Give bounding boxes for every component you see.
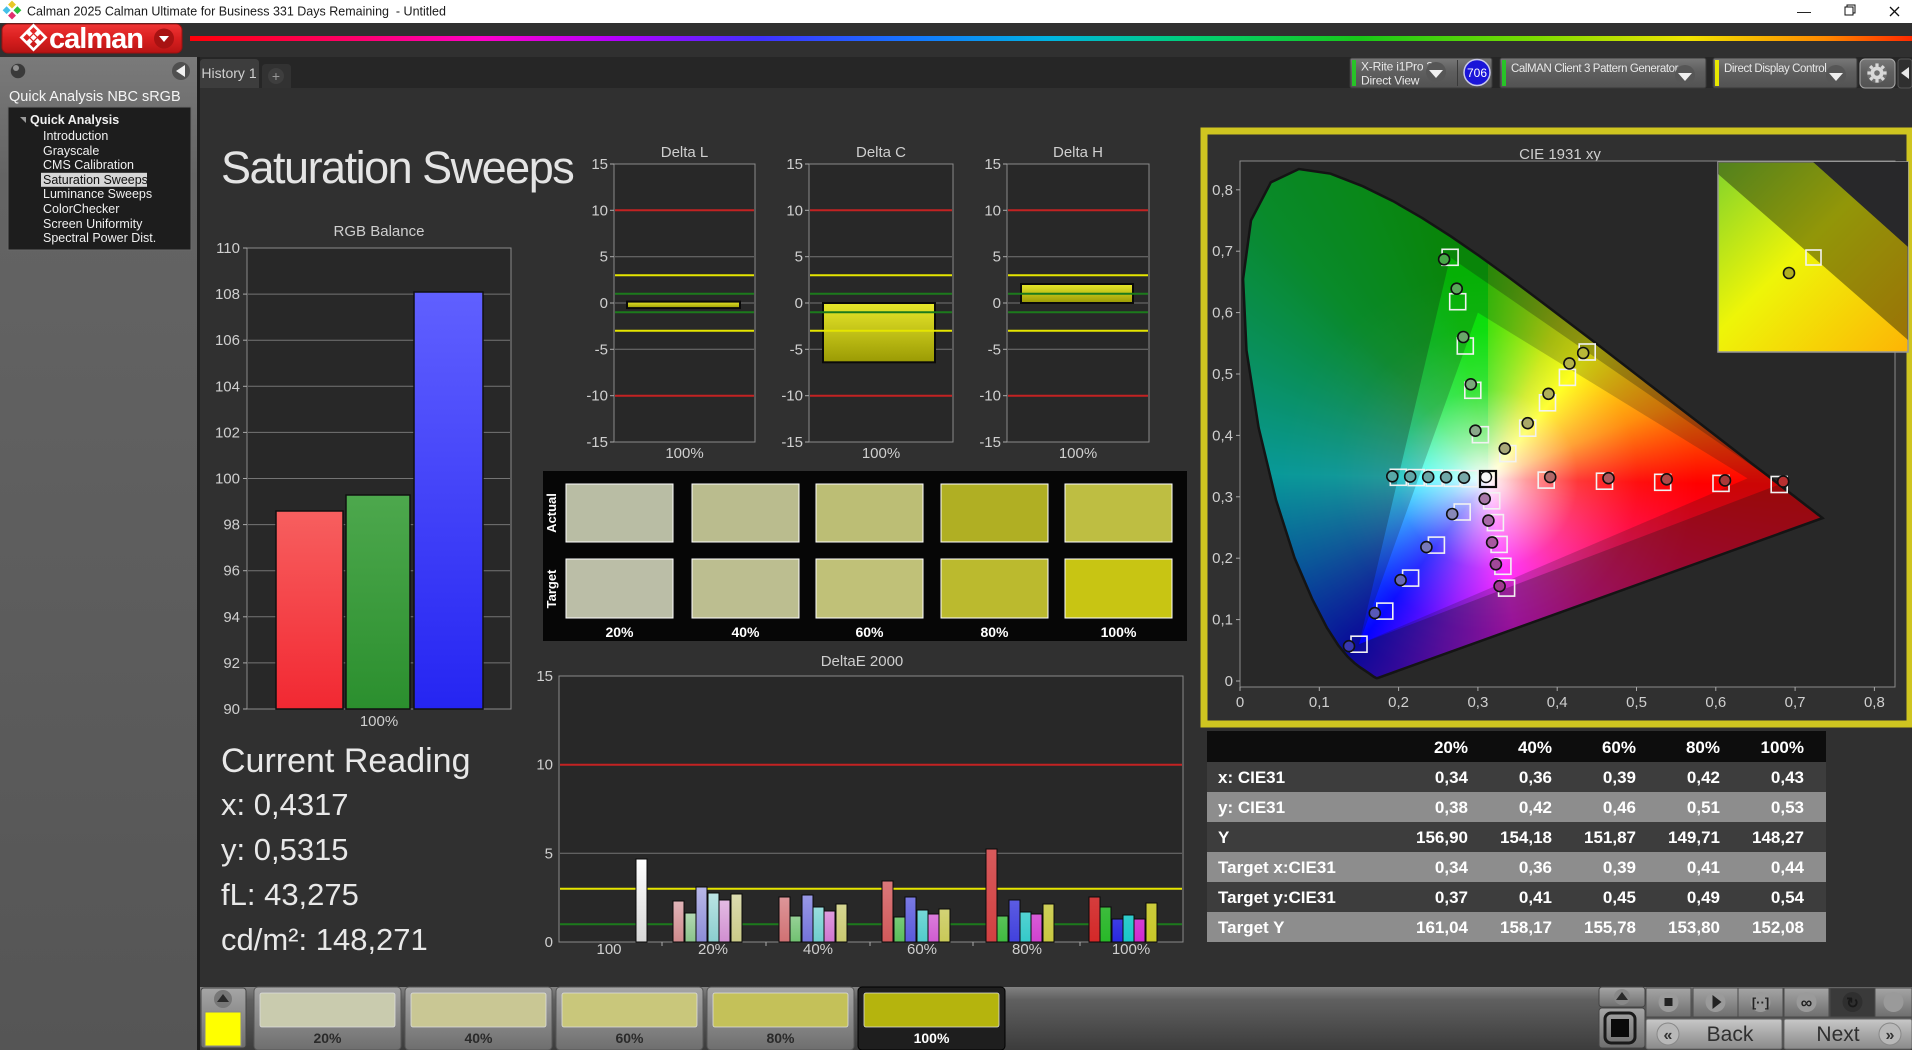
svg-text:fL: 43,275: fL: 43,275	[221, 877, 359, 912]
svg-text:155,78: 155,78	[1584, 918, 1636, 937]
svg-text:0,36: 0,36	[1519, 858, 1552, 877]
svg-text:»: »	[1886, 1027, 1895, 1044]
svg-text:40%: 40%	[464, 1030, 493, 1046]
svg-text:Target y:CIE31: Target y:CIE31	[1218, 888, 1336, 907]
svg-text:0,44: 0,44	[1771, 858, 1805, 877]
svg-text:152,08: 152,08	[1752, 918, 1804, 937]
svg-text:x: CIE31: x: CIE31	[1218, 768, 1285, 787]
svg-text:Y: Y	[1218, 828, 1230, 847]
svg-text:149,71: 149,71	[1668, 828, 1720, 847]
svg-text:100%: 100%	[1761, 738, 1804, 757]
svg-text:[··]: [··]	[1752, 995, 1769, 1010]
svg-text:0,37: 0,37	[1435, 888, 1468, 907]
svg-text:100%: 100%	[914, 1030, 950, 1046]
svg-text:60%: 60%	[615, 1030, 644, 1046]
svg-text:0,54: 0,54	[1771, 888, 1805, 907]
svg-text:0,42: 0,42	[1519, 798, 1552, 817]
svg-text:y: 0,5315: y: 0,5315	[221, 832, 349, 867]
svg-text:0,51: 0,51	[1687, 798, 1720, 817]
svg-text:20%: 20%	[1434, 738, 1468, 757]
svg-text:0,49: 0,49	[1687, 888, 1720, 907]
svg-text:153,80: 153,80	[1668, 918, 1720, 937]
svg-text:156,90: 156,90	[1416, 828, 1468, 847]
svg-text:Target Y: Target Y	[1218, 918, 1285, 937]
svg-text:y: CIE31: y: CIE31	[1218, 798, 1285, 817]
svg-text:0,43: 0,43	[1771, 768, 1804, 787]
svg-text:↻: ↻	[1846, 995, 1859, 1012]
svg-text:0,36: 0,36	[1519, 768, 1552, 787]
svg-text:40%: 40%	[1518, 738, 1552, 757]
svg-text:0,42: 0,42	[1687, 768, 1720, 787]
svg-text:20%: 20%	[313, 1030, 342, 1046]
svg-text:0,41: 0,41	[1687, 858, 1720, 877]
svg-text:154,18: 154,18	[1500, 828, 1552, 847]
svg-text:Next: Next	[1816, 1023, 1859, 1046]
svg-text:0,39: 0,39	[1603, 858, 1636, 877]
svg-text:60%: 60%	[1602, 738, 1636, 757]
svg-text:∞: ∞	[1801, 995, 1812, 1012]
svg-text:0,53: 0,53	[1771, 798, 1804, 817]
svg-text:0,46: 0,46	[1603, 798, 1636, 817]
svg-text:0,41: 0,41	[1519, 888, 1552, 907]
svg-text:Current Reading: Current Reading	[221, 742, 470, 780]
svg-text:0,39: 0,39	[1603, 768, 1636, 787]
svg-text:80%: 80%	[1686, 738, 1720, 757]
svg-text:148,27: 148,27	[1752, 828, 1804, 847]
svg-text:x: 0,4317: x: 0,4317	[221, 787, 349, 822]
svg-text:Target x:CIE31: Target x:CIE31	[1218, 858, 1336, 877]
svg-text:80%: 80%	[766, 1030, 795, 1046]
svg-text:0,38: 0,38	[1435, 798, 1468, 817]
svg-text:cd/m²: 148,271: cd/m²: 148,271	[221, 922, 428, 957]
svg-text:158,17: 158,17	[1500, 918, 1552, 937]
svg-text:0,34: 0,34	[1435, 858, 1469, 877]
svg-text:0,34: 0,34	[1435, 768, 1469, 787]
svg-text:«: «	[1664, 1027, 1673, 1044]
svg-text:151,87: 151,87	[1584, 828, 1636, 847]
svg-text:Back: Back	[1707, 1023, 1754, 1046]
svg-text:0,45: 0,45	[1603, 888, 1636, 907]
svg-text:161,04: 161,04	[1416, 918, 1469, 937]
